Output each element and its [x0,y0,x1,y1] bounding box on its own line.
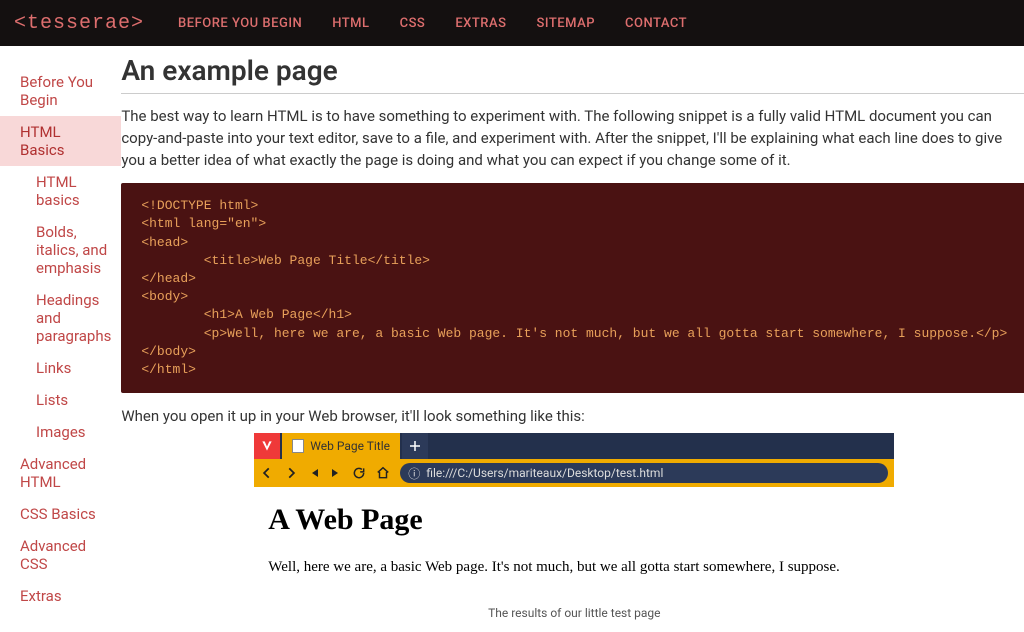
forward-icon[interactable] [284,466,298,480]
sidebar-sub-bolds-italics[interactable]: Bolds, italics, and emphasis [0,216,121,284]
nav-before-you-begin[interactable]: BEFORE YOU BEGIN [178,16,302,31]
figure-caption: The results of our little test page [121,606,1024,620]
vivaldi-icon [254,433,280,459]
rewind-icon[interactable] [308,467,320,479]
url-bar[interactable]: ⓘ file:///C:/Users/mariteaux/Desktop/tes… [400,463,888,483]
sidebar-sub-headings-paragraphs[interactable]: Headings and paragraphs [0,284,121,352]
rendered-p: Well, here we are, a basic Web page. It'… [268,559,880,576]
sidebar-item-before-you-begin[interactable]: Before You Begin [0,66,121,116]
sidebar-sub-images[interactable]: Images [0,416,121,448]
sidebar-sub-html-basics[interactable]: HTML basics [0,166,121,216]
url-text: file:///C:/Users/mariteaux/Desktop/test.… [426,466,663,480]
browser-tab[interactable]: Web Page Title [282,433,400,459]
nav-html[interactable]: HTML [332,16,369,31]
page-title: An example page [121,54,1024,87]
new-tab-button[interactable] [402,433,428,459]
info-icon: ⓘ [408,465,420,482]
sidebar-item-extras[interactable]: Extras [0,580,121,612]
fastforward-icon[interactable] [330,467,342,479]
rendered-page: A Web Page Well, here we are, a basic We… [254,487,894,600]
sidebar-item-advanced-html[interactable]: Advanced HTML [0,448,121,498]
site-logo[interactable]: <tesserae> [14,12,144,35]
back-icon[interactable] [260,466,274,480]
sidebar: Before You Begin HTML Basics HTML basics… [0,46,121,632]
after-paragraph: When you open it up in your Web browser,… [121,407,1024,425]
home-icon[interactable] [376,466,390,480]
file-icon [292,439,304,453]
browser-toolbar: ⓘ file:///C:/Users/mariteaux/Desktop/tes… [254,459,894,487]
reload-icon[interactable] [352,466,366,480]
rendered-h1: A Web Page [268,503,880,537]
sidebar-sub-lists[interactable]: Lists [0,384,121,416]
intro-paragraph: The best way to learn HTML is to have so… [121,106,1024,171]
sidebar-item-advanced-css[interactable]: Advanced CSS [0,530,121,580]
main-content: An example page The best way to learn HT… [121,46,1024,632]
sidebar-item-html-basics[interactable]: HTML Basics [0,116,121,166]
nav-sitemap[interactable]: SITEMAP [536,16,595,31]
browser-tabstrip: Web Page Title [254,433,894,459]
nav-css[interactable]: CSS [400,16,426,31]
sidebar-sub-links[interactable]: Links [0,352,121,384]
nav-contact[interactable]: CONTACT [625,16,687,31]
title-divider [121,93,1024,94]
code-snippet: <!DOCTYPE html> <html lang="en"> <head> … [121,183,1024,393]
tab-title: Web Page Title [310,439,390,453]
sidebar-item-css-basics[interactable]: CSS Basics [0,498,121,530]
top-navbar: <tesserae> BEFORE YOU BEGIN HTML CSS EXT… [0,0,1024,46]
nav-extras[interactable]: EXTRAS [455,16,506,31]
browser-screenshot: Web Page Title ⓘ file:///C:/Users/marite… [254,433,894,600]
